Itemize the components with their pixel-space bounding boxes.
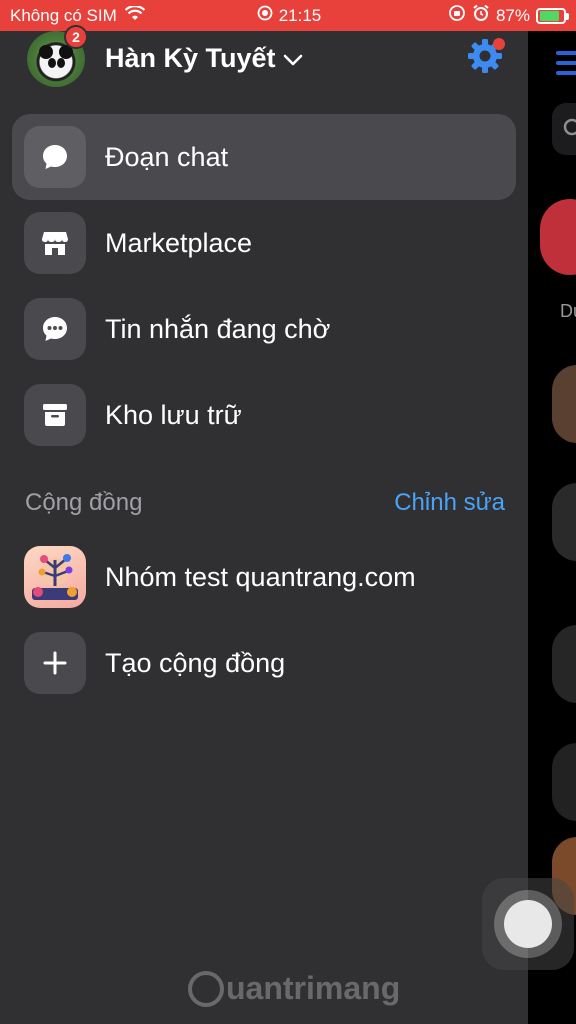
chevron-down-icon bbox=[282, 43, 304, 74]
profile-name: Hàn Kỳ Tuyết bbox=[105, 43, 276, 73]
community-section-header: Cộng đồng Chỉnh sửa bbox=[25, 487, 505, 519]
battery-icon bbox=[536, 7, 569, 24]
watermark-q-icon bbox=[188, 970, 224, 1007]
story-name-partial: Du bbox=[560, 301, 576, 321]
battery-percent: 87% bbox=[495, 5, 530, 25]
search-icon[interactable] bbox=[552, 103, 576, 155]
chat-avatar[interactable] bbox=[552, 365, 576, 443]
group-label: Nhóm test quantrang.com bbox=[105, 561, 416, 592]
side-drawer: 2 Hàn Kỳ Tuyết Đoạn chat Marketplace Tin… bbox=[0, 25, 528, 1024]
story-avatar[interactable] bbox=[540, 199, 576, 275]
chat-bubble-icon bbox=[24, 126, 86, 188]
account-switcher[interactable]: Hàn Kỳ Tuyết bbox=[105, 43, 304, 74]
alarm-icon bbox=[472, 4, 490, 27]
drawer-header: 2 Hàn Kỳ Tuyết bbox=[0, 25, 528, 97]
menu-item-archive[interactable]: Kho lưu trữ bbox=[12, 372, 516, 458]
section-title: Cộng đồng bbox=[25, 489, 143, 516]
rotation-lock-icon bbox=[448, 4, 466, 27]
community-group-item[interactable]: Nhóm test quantrang.com bbox=[12, 534, 516, 620]
storefront-icon bbox=[24, 212, 86, 274]
message-pending-icon bbox=[24, 298, 86, 360]
screen-record-icon bbox=[257, 5, 273, 26]
clock-time: 21:15 bbox=[278, 5, 322, 25]
assistive-touch-button[interactable] bbox=[482, 878, 574, 970]
notification-badge: 2 bbox=[64, 25, 88, 49]
menu-item-label: Marketplace bbox=[105, 227, 253, 258]
chat-list-peek: Du bbox=[528, 31, 576, 1024]
chat-avatar[interactable] bbox=[552, 483, 576, 561]
hamburger-icon[interactable] bbox=[556, 51, 576, 81]
watermark-text: uantrimang bbox=[226, 970, 401, 1006]
chat-avatar[interactable] bbox=[552, 743, 576, 821]
menu-item-message-requests[interactable]: Tin nhắn đang chờ bbox=[12, 286, 516, 372]
settings-notification-dot bbox=[493, 38, 505, 50]
archive-box-icon bbox=[24, 384, 86, 446]
group-avatar-icon bbox=[24, 546, 86, 608]
create-community-button[interactable]: Tạo cộng đồng bbox=[12, 620, 516, 706]
menu-item-chats[interactable]: Đoạn chat bbox=[12, 114, 516, 200]
menu-item-label: Đoạn chat bbox=[105, 141, 229, 172]
watermark-logo: uantrimang bbox=[188, 970, 400, 1007]
chat-avatar[interactable] bbox=[552, 625, 576, 703]
create-community-label: Tạo cộng đồng bbox=[105, 647, 286, 678]
plus-icon bbox=[24, 632, 86, 694]
edit-link[interactable]: Chỉnh sửa bbox=[394, 489, 505, 517]
menu-item-label: Tin nhắn đang chờ bbox=[105, 313, 331, 344]
status-bar: Không có SIM 21:15 87% bbox=[0, 0, 576, 31]
menu-item-label: Kho lưu trữ bbox=[105, 399, 242, 430]
menu-item-marketplace[interactable]: Marketplace bbox=[12, 200, 516, 286]
carrier-label: Không có SIM bbox=[10, 5, 117, 25]
